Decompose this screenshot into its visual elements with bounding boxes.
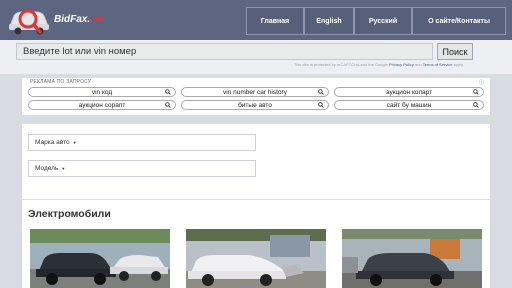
ad-pill-copart-auction[interactable]: аукцион копарт bbox=[334, 87, 484, 97]
model-select[interactable]: Модель ▼ bbox=[28, 160, 256, 177]
search-icon bbox=[318, 89, 324, 95]
car-photo-2[interactable] bbox=[186, 229, 326, 288]
ad-pill-vin-code[interactable]: vin код bbox=[28, 87, 176, 97]
search-input[interactable] bbox=[16, 43, 433, 60]
nav-russian-button[interactable]: Русский bbox=[354, 7, 412, 35]
ad-pill-label: аукцион сорапт bbox=[78, 101, 126, 109]
search-icon bbox=[318, 102, 324, 108]
search-ads-panel: РЕКЛАМА ПО ЗАПРОСУ ⓘ vin код vin number … bbox=[22, 78, 490, 115]
adchoices-icon[interactable]: ⓘ bbox=[479, 79, 484, 86]
ad-pill-damaged-cars[interactable]: битые авто bbox=[181, 100, 329, 110]
search-button[interactable]: Поиск bbox=[437, 43, 473, 60]
ad-pill-label: vin number car history bbox=[223, 88, 287, 96]
recaptcha-and-text: and bbox=[413, 62, 423, 67]
caret-down-icon: ▼ bbox=[72, 140, 77, 145]
car-magnifier-logo-icon bbox=[9, 9, 49, 35]
ad-pill-label: битые авто bbox=[238, 101, 272, 109]
recaptcha-suffix-text: apply. bbox=[452, 62, 464, 67]
recaptcha-notice: This site is protected by reCAPTCHA and … bbox=[294, 62, 464, 67]
logo-text: BidFax.info bbox=[54, 14, 105, 25]
ad-pill-used-cars-site[interactable]: сайт бу машин bbox=[334, 100, 484, 110]
caret-down-icon: ▼ bbox=[61, 166, 66, 171]
make-select[interactable]: Марка авто ▼ bbox=[28, 134, 256, 151]
ad-pill-vin-history[interactable]: vin number car history bbox=[181, 87, 329, 97]
search-icon bbox=[473, 89, 479, 95]
search-icon bbox=[473, 102, 479, 108]
car-photo-1[interactable] bbox=[30, 229, 170, 288]
nav-english-button[interactable]: English bbox=[304, 7, 354, 35]
logo-text-main: BidFax. bbox=[54, 14, 91, 25]
nav-home-button[interactable]: Главная bbox=[246, 7, 304, 35]
search-bar: Поиск This site is protected by reCAPTCH… bbox=[0, 40, 512, 74]
ad-pill-sorapt-auction[interactable]: аукцион сорапт bbox=[28, 100, 176, 110]
ad-pill-label: аукцион копарт bbox=[385, 88, 433, 96]
model-select-label: Модель bbox=[35, 165, 59, 172]
terms-of-service-link[interactable]: Terms of Service bbox=[423, 62, 453, 67]
site-logo[interactable]: BidFax.info bbox=[6, 2, 105, 38]
car-photo-3[interactable] bbox=[342, 229, 482, 288]
search-icon bbox=[165, 89, 171, 95]
ad-pill-label: vin код bbox=[91, 88, 113, 96]
nav-about-contacts-button[interactable]: О сайте/Контакты bbox=[412, 7, 506, 35]
search-icon bbox=[165, 102, 171, 108]
ads-label: РЕКЛАМА ПО ЗАПРОСУ bbox=[30, 79, 92, 85]
logo-text-accent: info bbox=[90, 15, 105, 24]
privacy-policy-link[interactable]: Privacy Policy bbox=[389, 62, 414, 67]
ad-pill-label: сайт бу машин bbox=[386, 101, 432, 109]
electric-cars-section: Электромобили bbox=[22, 200, 490, 288]
recaptcha-text: This site is protected by reCAPTCHA and … bbox=[293, 62, 389, 67]
section-title: Электромобили bbox=[28, 208, 111, 220]
filter-panel: Марка авто ▼ Модель ▼ bbox=[22, 124, 490, 199]
make-select-label: Марка авто bbox=[35, 139, 70, 146]
site-header: BidFax.info Главная English Русский О са… bbox=[0, 0, 512, 40]
